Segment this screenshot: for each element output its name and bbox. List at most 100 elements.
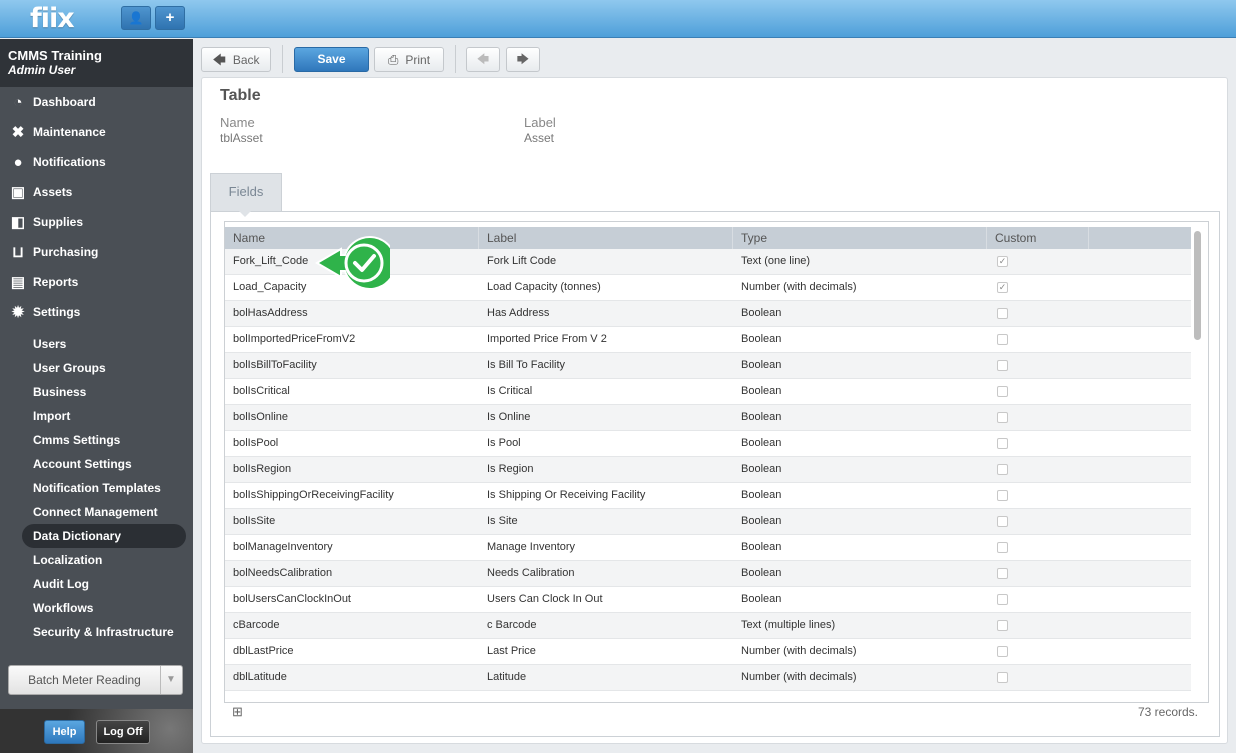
custom-checkbox[interactable]: [997, 386, 1008, 397]
sidebar-item-settings[interactable]: ✹ Settings: [0, 297, 193, 327]
cell-label: Is Region: [487, 463, 534, 475]
sidebar-item-reports[interactable]: ▤ Reports: [0, 267, 193, 297]
column-header-label[interactable]: Label: [479, 227, 733, 249]
settings-item-users[interactable]: Users: [0, 332, 193, 356]
table-row[interactable]: bolHasAddress Has Address Boolean: [225, 301, 1191, 327]
wrench-icon: ✖: [11, 124, 25, 141]
custom-checkbox[interactable]: [997, 490, 1008, 501]
tab-fields[interactable]: Fields: [210, 173, 282, 211]
cell-label: Is Pool: [487, 437, 521, 449]
custom-checkbox[interactable]: ✓: [997, 256, 1008, 267]
print-button[interactable]: ⎙ Print: [374, 47, 444, 72]
cell-name: cBarcode: [233, 619, 280, 631]
add-button[interactable]: +: [155, 6, 185, 30]
log-off-button[interactable]: Log Off: [96, 720, 150, 744]
custom-checkbox[interactable]: ✓: [997, 282, 1008, 293]
cell-name: bolNeedsCalibration: [233, 567, 333, 579]
custom-checkbox[interactable]: [997, 594, 1008, 605]
sidebar-item-purchasing[interactable]: ⊔ Purchasing: [0, 237, 193, 267]
cell-type: Boolean: [741, 463, 782, 475]
top-bar: fiix 👤 +: [0, 0, 1236, 38]
custom-checkbox[interactable]: [997, 412, 1008, 423]
table-row[interactable]: bolManageInventory Manage Inventory Boolea…: [225, 535, 1191, 561]
cell-label: Is Critical: [487, 385, 533, 397]
arrow-right-icon: 🡆: [516, 52, 530, 66]
table-row[interactable]: bolUsersCanClockInOut Users Can Clock In …: [225, 587, 1191, 613]
table-row[interactable]: bolIsCritical Is Critical Boolean: [225, 379, 1191, 405]
cell-type: Boolean: [741, 567, 782, 579]
custom-checkbox[interactable]: [997, 542, 1008, 553]
add-row-icon[interactable]: ⊞: [232, 704, 243, 720]
help-button[interactable]: Help: [44, 720, 85, 744]
settings-item-workflows[interactable]: Workflows: [0, 596, 193, 620]
settings-item-account-settings[interactable]: Account Settings: [0, 452, 193, 476]
sidebar-item-assets[interactable]: ▣ Assets: [0, 177, 193, 207]
settings-item-audit-log[interactable]: Audit Log: [0, 572, 193, 596]
settings-item-security-infrastructure[interactable]: Security & Infrastructure: [0, 620, 193, 644]
sidebar-item-maintenance[interactable]: ✖ Maintenance: [0, 117, 193, 147]
custom-checkbox[interactable]: [997, 334, 1008, 345]
batch-meter-reading-button[interactable]: Batch Meter Reading ▼: [8, 665, 183, 695]
table-row[interactable]: bolIsSite Is Site Boolean: [225, 509, 1191, 535]
custom-checkbox[interactable]: [997, 646, 1008, 657]
custom-checkbox[interactable]: [997, 464, 1008, 475]
column-header-type[interactable]: Type: [733, 227, 987, 249]
cell-custom: [987, 509, 1089, 534]
table-row[interactable]: bolIsOnline Is Online Boolean: [225, 405, 1191, 431]
custom-checkbox[interactable]: [997, 438, 1008, 449]
table-row[interactable]: bolIsRegion Is Region Boolean: [225, 457, 1191, 483]
sidebar-item-dashboard[interactable]: ◔ Dashboard: [0, 87, 193, 117]
custom-checkbox[interactable]: [997, 672, 1008, 683]
batch-meter-reading-label[interactable]: Batch Meter Reading: [9, 666, 161, 694]
table-row[interactable]: bolImportedPriceFromV2 Imported Price Fro…: [225, 327, 1191, 353]
previous-record-button[interactable]: 🡄: [466, 47, 500, 72]
toolbar: 🡄 Back Save ⎙ Print 🡄 🡆: [193, 39, 1236, 77]
record-count: 73 records.: [1137, 705, 1198, 719]
cell-type: Text (one line): [741, 255, 811, 267]
settings-item-user-groups[interactable]: User Groups: [0, 356, 193, 380]
settings-item-connect-management[interactable]: Connect Management: [0, 500, 193, 524]
green-checkmark-callout-icon: [315, 236, 390, 290]
cell-custom: ✓: [987, 249, 1089, 274]
vertical-scrollbar[interactable]: [1191, 227, 1208, 702]
arrow-left-icon: 🡄: [476, 52, 490, 66]
cell-type: Number (with decimals): [741, 671, 857, 683]
settings-item-import[interactable]: Import: [0, 404, 193, 428]
custom-checkbox[interactable]: [997, 308, 1008, 319]
settings-item-notification-templates[interactable]: Notification Templates: [0, 476, 193, 500]
custom-checkbox[interactable]: [997, 620, 1008, 631]
scrollbar-thumb[interactable]: [1194, 231, 1201, 340]
cell-name: bolHasAddress: [233, 307, 308, 319]
fiix-logo[interactable]: fiix: [30, 3, 75, 34]
next-record-button[interactable]: 🡆: [506, 47, 540, 72]
table-row[interactable]: bolIsShippingOrReceivingFacility Is Shipp…: [225, 483, 1191, 509]
sidebar-item-label: Settings: [33, 305, 81, 319]
settings-item-cmms-settings[interactable]: Cmms Settings: [0, 428, 193, 452]
user-button[interactable]: 👤: [121, 6, 151, 30]
table-row[interactable]: bolIsBillToFacility Is Bill To Facility Bo…: [225, 353, 1191, 379]
table-row[interactable]: cBarcode c Barcode Text (multiple lines): [225, 613, 1191, 639]
sidebar-item-supplies[interactable]: ◧ Supplies: [0, 207, 193, 237]
table-row[interactable]: dblLastPrice Last Price Number (with decim…: [225, 639, 1191, 665]
fields-grid: Name Label Type Custom Fork_Lift_Code Fork L…: [224, 221, 1209, 703]
cell-type: Number (with decimals): [741, 281, 857, 293]
custom-checkbox[interactable]: [997, 568, 1008, 579]
settings-subnav: Users User Groups Business Import Cmms Setti…: [0, 332, 193, 644]
column-header-custom[interactable]: Custom: [987, 227, 1089, 249]
back-button[interactable]: 🡄 Back: [201, 47, 271, 72]
cell-custom: [987, 405, 1089, 430]
save-button[interactable]: Save: [294, 47, 369, 72]
table-row[interactable]: bolNeedsCalibration Needs Calibration Bool…: [225, 561, 1191, 587]
sidebar-item-notifications[interactable]: ● Notifications: [0, 147, 193, 177]
cell-name: dblLatitude: [233, 671, 287, 683]
sidebar-item-label: Reports: [33, 275, 79, 289]
custom-checkbox[interactable]: [997, 360, 1008, 371]
arrow-left-icon: 🡄: [212, 52, 226, 67]
settings-item-business[interactable]: Business: [0, 380, 193, 404]
table-row[interactable]: dblLatitude Latitude Number (with decimals…: [225, 665, 1191, 691]
table-row[interactable]: bolIsPool Is Pool Boolean: [225, 431, 1191, 457]
chevron-down-icon[interactable]: ▼: [160, 666, 182, 694]
settings-item-localization[interactable]: Localization: [0, 548, 193, 572]
settings-item-data-dictionary[interactable]: Data Dictionary: [22, 524, 186, 548]
custom-checkbox[interactable]: [997, 516, 1008, 527]
